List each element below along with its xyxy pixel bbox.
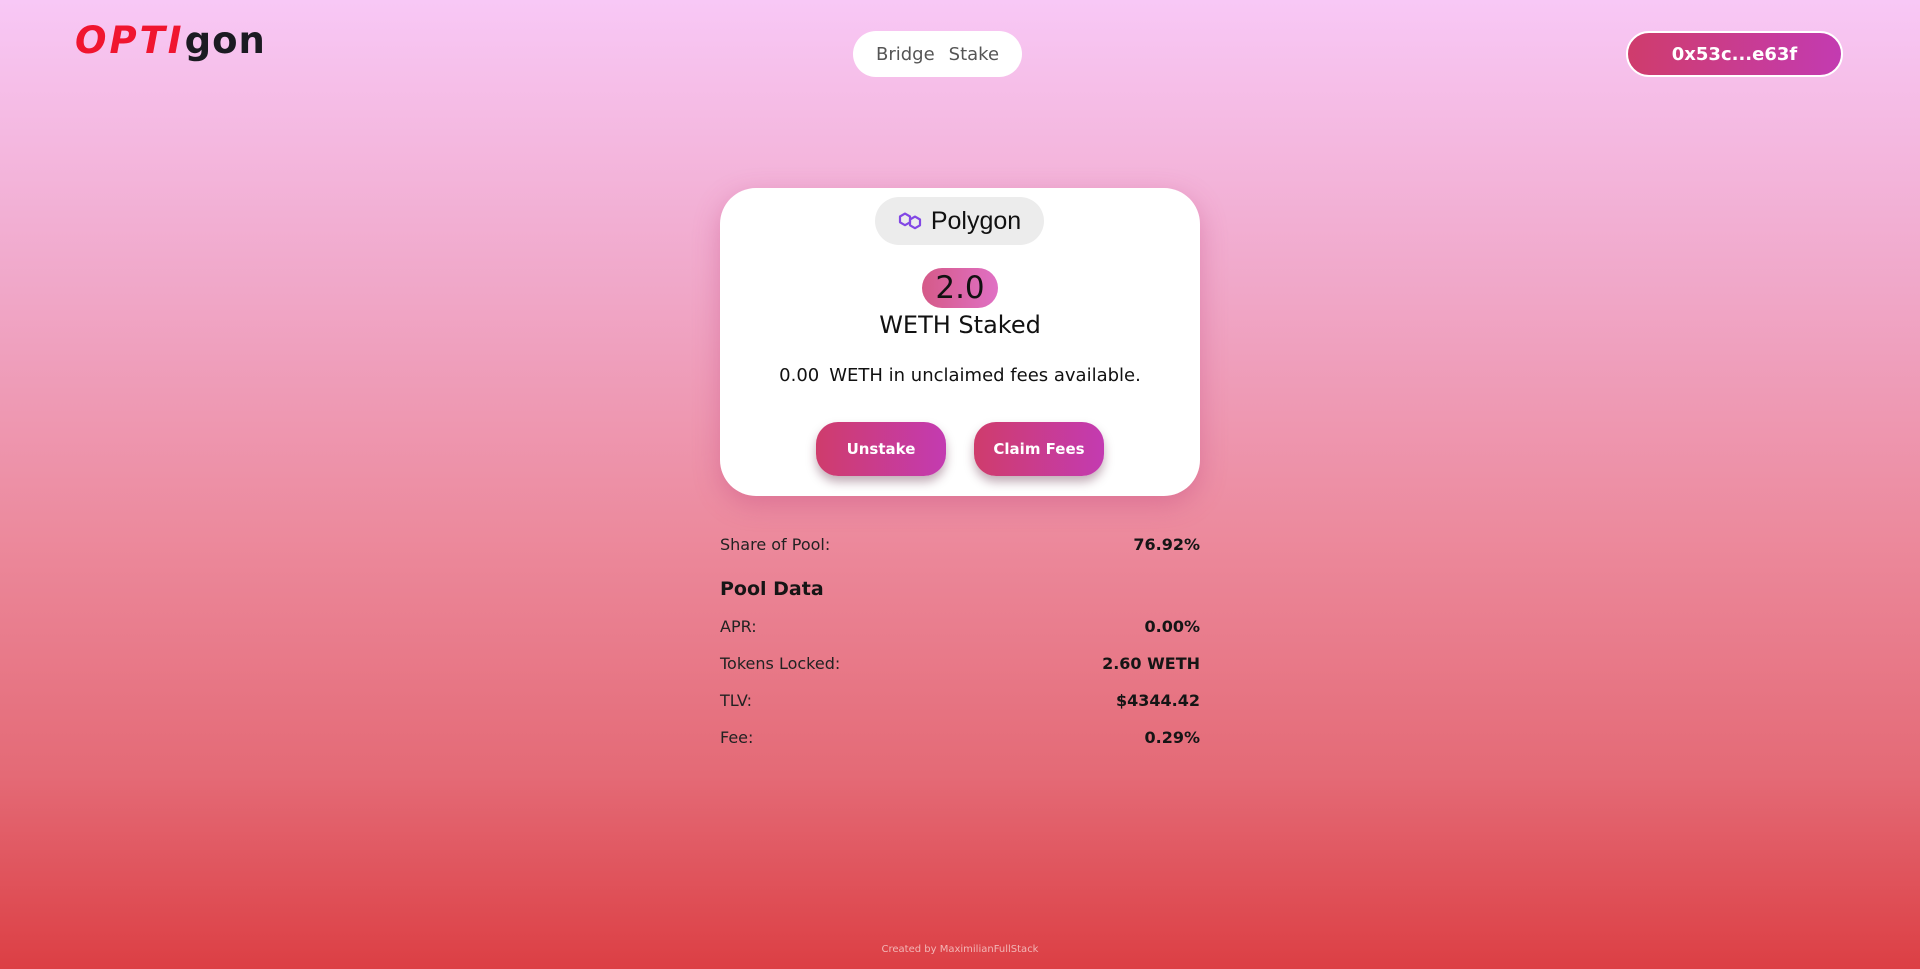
polygon-logo-icon (898, 209, 925, 233)
share-of-pool-value: 76.92% (1133, 534, 1200, 554)
logo-gon: gon (184, 19, 266, 62)
unstake-button[interactable]: Unstake (816, 422, 946, 476)
fee-label: Fee: (720, 727, 754, 747)
logo-opti: OPTI (75, 19, 185, 62)
nav-stake[interactable]: Stake (949, 44, 999, 65)
apr-row: APR: 0.00% (720, 612, 1200, 640)
share-of-pool-label: Share of Pool: (720, 534, 831, 554)
staked-amount-badge: 2.0 (922, 268, 998, 308)
unclaimed-fees-line: 0.00 WETH in unclaimed fees available. (720, 365, 1200, 386)
claim-fees-button[interactable]: Claim Fees (974, 422, 1104, 476)
tlv-row: TLV: $4344.42 (720, 686, 1200, 714)
logo[interactable]: OPTIgon (75, 22, 266, 59)
footer-credit: Created by MaximilianFullStack (881, 944, 1039, 955)
stake-card: Polygon 2.0 WETH Staked 0.00 WETH in uncl… (720, 188, 1200, 496)
network-label: Polygon (930, 206, 1022, 235)
apr-value: 0.00% (1144, 616, 1200, 636)
apr-label: APR: (720, 616, 757, 636)
nav-pill: Bridge Stake (853, 31, 1022, 77)
unclaimed-fees-value: 0.00 (779, 365, 820, 386)
tlv-value: $4344.42 (1115, 690, 1200, 710)
network-selector[interactable]: Polygon (875, 197, 1044, 245)
tlv-label: TLV: (720, 690, 752, 710)
pool-data-list: APR: 0.00% Tokens Locked: 2.60 WETH TLV:… (720, 612, 1200, 751)
tokens-locked-label: Tokens Locked: (720, 653, 841, 673)
header: OPTIgon Bridge Stake 0x53c...e63f (0, 0, 1920, 108)
staked-label: WETH Staked (879, 311, 1041, 339)
tokens-locked-row: Tokens Locked: 2.60 WETH (720, 649, 1200, 677)
tokens-locked-value: 2.60 WETH (1102, 653, 1200, 673)
nav-bridge[interactable]: Bridge (876, 44, 935, 65)
unclaimed-fees-text: WETH in unclaimed fees available. (829, 365, 1141, 386)
share-of-pool-row: Share of Pool: 76.92% (720, 530, 1200, 558)
fee-value: 0.29% (1144, 727, 1200, 747)
wallet-address-button[interactable]: 0x53c...e63f (1626, 31, 1843, 77)
pool-data-title: Pool Data (720, 578, 824, 600)
fee-row: Fee: 0.29% (720, 723, 1200, 751)
pool-stats: Share of Pool: 76.92% Pool Data APR: 0.0… (720, 530, 1200, 760)
